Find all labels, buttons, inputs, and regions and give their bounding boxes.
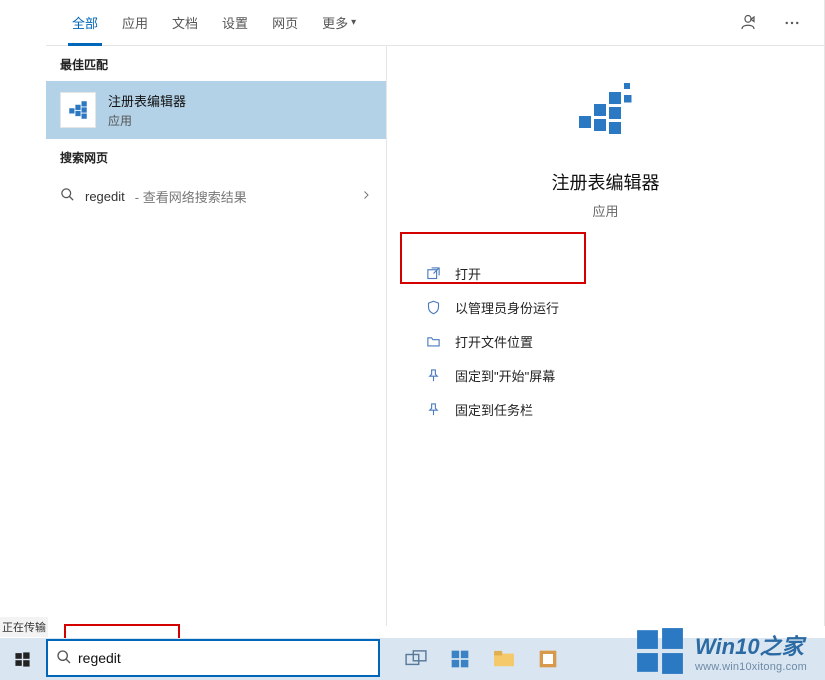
tab-more[interactable]: 更多▾: [310, 0, 368, 45]
action-label: 以管理员身份运行: [455, 298, 559, 317]
open-icon: [425, 265, 441, 281]
results-left-column: 最佳匹配 注册表编辑器 应用 搜索网页 regedit - 查看网络搜索结果: [46, 46, 386, 626]
web-search-hint: - 查看网络搜索结果: [135, 187, 247, 206]
shield-icon: [425, 299, 441, 315]
search-icon: [56, 649, 72, 668]
action-open[interactable]: 打开: [411, 256, 800, 290]
search-icon: [60, 187, 75, 205]
app-details-card: 注册表编辑器 应用: [552, 80, 660, 220]
best-match-item[interactable]: 注册表编辑器 应用: [46, 81, 386, 139]
tab-label: 设置: [222, 13, 248, 32]
action-pin-to-taskbar[interactable]: 固定到任务栏: [411, 392, 800, 426]
taskbar-search-box[interactable]: [46, 639, 380, 677]
watermark-title: Win10之家: [695, 629, 807, 661]
search-tabs: 全部 应用 文档 设置 网页 更多▾: [46, 0, 824, 46]
tab-label: 更多: [322, 13, 348, 32]
search-results-panel: 全部 应用 文档 设置 网页 更多▾ 最佳匹配 注册表编辑器 应用: [46, 0, 825, 626]
tab-settings[interactable]: 设置: [210, 0, 260, 45]
feedback-icon[interactable]: [730, 5, 766, 41]
windows-logo-icon: [635, 626, 685, 676]
chevron-down-icon: ▾: [351, 17, 356, 28]
app-actions-list: 打开 以管理员身份运行 打开文件位置 固定到"开始"屏幕 固定到任务栏: [411, 256, 800, 426]
more-options-icon[interactable]: [774, 5, 810, 41]
watermark: Win10之家 www.win10xitong.com: [635, 626, 807, 676]
chevron-right-icon: [360, 189, 372, 204]
pin-icon: [425, 401, 441, 417]
task-view-icon[interactable]: [394, 638, 438, 680]
app-subtitle: 应用: [592, 201, 618, 220]
search-input[interactable]: [78, 650, 370, 666]
tab-label: 全部: [72, 13, 98, 32]
watermark-url: www.win10xitong.com: [695, 661, 807, 673]
cortana-icon[interactable]: [438, 638, 482, 680]
tab-all[interactable]: 全部: [60, 0, 110, 45]
details-right-column: 注册表编辑器 应用 打开 以管理员身份运行 打开文件位置 固: [386, 46, 824, 626]
best-match-title: 注册表编辑器: [108, 91, 186, 110]
search-content: 最佳匹配 注册表编辑器 应用 搜索网页 regedit - 查看网络搜索结果: [46, 46, 824, 626]
file-explorer-icon[interactable]: [482, 638, 526, 680]
action-pin-to-start[interactable]: 固定到"开始"屏幕: [411, 358, 800, 392]
folder-icon: [425, 333, 441, 349]
action-label: 固定到"开始"屏幕: [455, 366, 555, 385]
best-match-subtitle: 应用: [108, 112, 186, 129]
regedit-icon: [60, 92, 96, 128]
web-search-header: 搜索网页: [46, 139, 386, 174]
tab-label: 应用: [122, 13, 148, 32]
tab-label: 文档: [172, 13, 198, 32]
action-open-file-location[interactable]: 打开文件位置: [411, 324, 800, 358]
tab-web[interactable]: 网页: [260, 0, 310, 45]
app-icon[interactable]: [526, 638, 570, 680]
action-label: 固定到任务栏: [455, 400, 533, 419]
best-match-header: 最佳匹配: [46, 46, 386, 81]
pin-icon: [425, 367, 441, 383]
web-search-query: regedit: [85, 189, 125, 204]
web-search-item[interactable]: regedit - 查看网络搜索结果: [46, 174, 386, 218]
taskbar-pinned-apps: [394, 638, 570, 680]
action-label: 打开: [455, 264, 481, 283]
tab-label: 网页: [272, 13, 298, 32]
tab-apps[interactable]: 应用: [110, 0, 160, 45]
tab-documents[interactable]: 文档: [160, 0, 210, 45]
start-button[interactable]: [0, 638, 44, 680]
app-title: 注册表编辑器: [552, 169, 660, 195]
status-text: 正在传输: [0, 617, 48, 637]
action-run-as-admin[interactable]: 以管理员身份运行: [411, 290, 800, 324]
regedit-large-icon: [570, 80, 642, 155]
action-label: 打开文件位置: [455, 332, 533, 351]
